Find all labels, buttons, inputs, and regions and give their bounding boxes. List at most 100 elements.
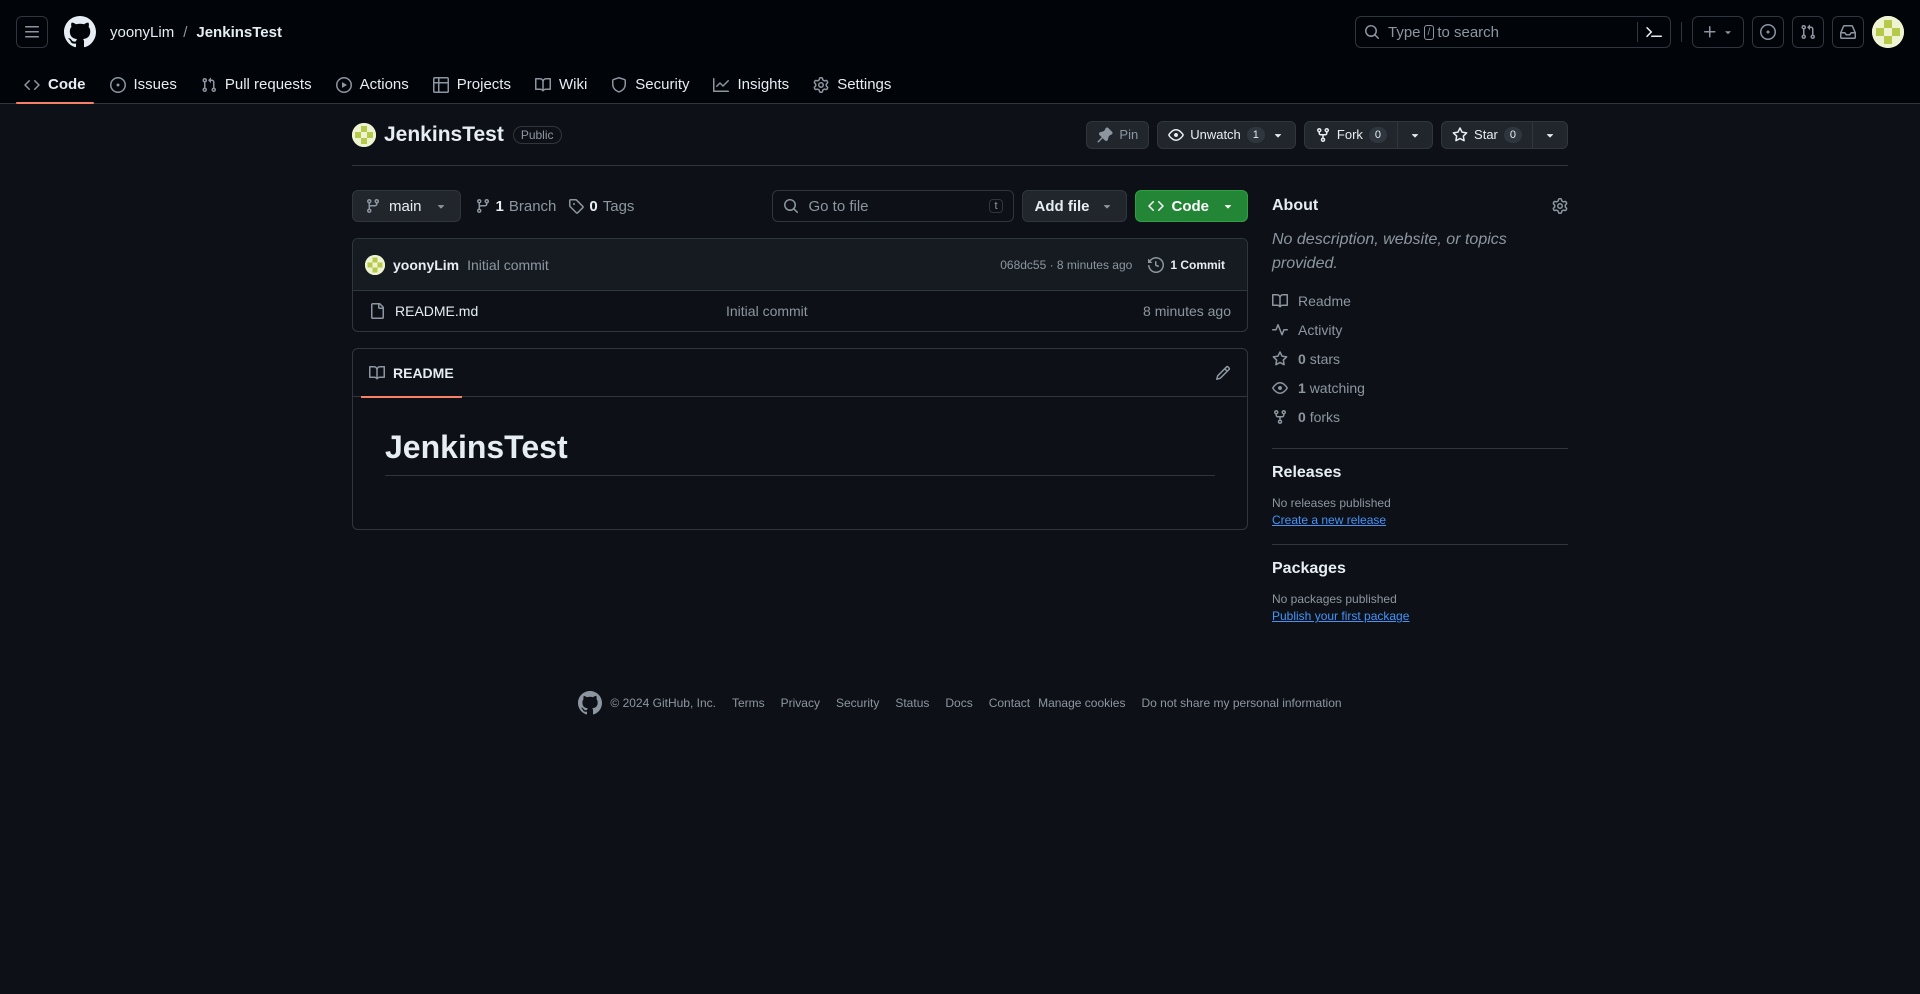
tab-label: Settings [837,76,892,93]
repo-nav: Code Issues Pull requests Actions Projec… [0,64,1920,104]
commit-author-avatar[interactable] [365,254,385,275]
gear-icon [813,76,829,93]
search-icon [1365,25,1380,40]
commit-sha-time[interactable]: 068dc55 · 8 minutes ago [1000,258,1132,272]
edit-about-button[interactable] [1552,198,1568,214]
readme-header: README [353,349,1247,398]
branch-count: 1 [495,197,504,215]
packages-title[interactable]: Packages [1272,560,1568,578]
github-logo-icon[interactable] [64,16,96,48]
footer-link-privacy[interactable]: Privacy [781,696,820,710]
site-footer: © 2024 GitHub, Inc. Terms Privacy Securi… [0,691,1920,715]
command-palette-button[interactable] [1637,22,1662,42]
tab-actions[interactable]: Actions [328,76,417,103]
pin-icon [1097,126,1113,142]
tab-pull-requests[interactable]: Pull requests [193,76,320,103]
footer-link-docs[interactable]: Docs [945,696,972,710]
footer-link-terms[interactable]: Terms [732,696,765,710]
branch-selector[interactable]: main [352,190,461,222]
breadcrumb-owner[interactable]: yoonyLim [110,24,174,41]
tab-wiki[interactable]: Wiki [527,76,595,103]
triangle-down-icon [437,205,444,209]
repo-actions: Pin Unwatch 1 Fork 0 Star 0 [1086,120,1568,149]
unwatch-button[interactable]: Unwatch 1 [1157,120,1296,149]
about-forks-link[interactable]: 0 forks [1272,402,1568,431]
fork-count: 0 [1368,126,1388,143]
graph-icon [713,77,730,92]
github-mark-icon[interactable] [578,691,603,715]
fork-button[interactable]: Fork 0 [1303,120,1434,149]
tab-code[interactable]: Code [16,76,94,104]
user-avatar[interactable] [1872,16,1904,48]
about-description: No description, website, or topics provi… [1272,231,1507,272]
branch-label: Branch [508,197,557,215]
tab-projects[interactable]: Projects [425,76,519,103]
pull-requests-button[interactable] [1792,16,1824,48]
breadcrumb-repo[interactable]: JenkinsTest [196,24,282,41]
commit-author[interactable]: yoonyLim [393,257,459,273]
commit-message[interactable]: Initial commit [467,257,549,273]
menu-button[interactable] [16,16,48,48]
branches-link[interactable]: 1 Branch [475,197,557,215]
file-commit-time: 8 minutes ago [1143,303,1231,319]
book-icon [1272,293,1288,307]
commits-link[interactable]: 1 Commit [1148,256,1235,273]
repo-main: main 1 Branch 0 Tags Go to file t Add fi… [352,190,1248,623]
footer-link-security[interactable]: Security [836,696,879,710]
releases-title[interactable]: Releases [1272,464,1568,482]
footer-link-contact[interactable]: Contact [989,696,1030,710]
tab-label: Issues [133,76,177,93]
fork-dropdown[interactable] [1397,121,1432,148]
repo-title[interactable]: JenkinsTest [384,123,504,147]
pencil-icon [1215,365,1231,380]
table-icon [432,76,449,93]
create-new-button[interactable] [1692,16,1744,48]
tab-settings[interactable]: Settings [805,76,899,103]
pin-button[interactable]: Pin [1086,120,1150,149]
tab-security[interactable]: Security [603,76,697,103]
search-input[interactable]: Type / to search [1355,16,1671,48]
tags-link[interactable]: 0 Tags [568,198,634,215]
about-stars-link[interactable]: 0 stars [1272,344,1568,373]
tag-icon [569,199,585,214]
readme-tab[interactable]: README [361,349,462,398]
file-name[interactable]: README.md [395,303,726,319]
file-row[interactable]: README.md Initial commit 8 minutes ago [353,291,1247,331]
footer-link-status[interactable]: Status [895,696,929,710]
edit-readme-button[interactable] [1215,365,1231,381]
about-list: Readme Activity 0 stars 1 watching 0 for… [1272,286,1568,431]
publish-package-link[interactable]: Publish your first package [1272,609,1409,623]
add-file-button[interactable]: Add file [1021,190,1127,222]
watching-count: 1 [1298,379,1306,396]
footer-link-do-not-share[interactable]: Do not share my personal information [1141,696,1341,710]
search-placeholder-prefix: Type [1388,23,1421,41]
forks-label: forks [1309,408,1341,425]
code-label: Code [1171,197,1210,215]
star-button[interactable]: Star 0 [1441,120,1568,149]
plus-icon [1704,26,1716,38]
stars-label: stars [1309,350,1341,367]
tab-label: Code [48,76,86,93]
repo-forked-icon [1274,409,1286,424]
footer-link-manage-cookies[interactable]: Manage cookies [1038,696,1125,710]
breadcrumb: yoonyLim / JenkinsTest [110,24,282,41]
tab-insights[interactable]: Insights [705,76,797,103]
watch-count: 1 [1246,126,1265,143]
commits-label: 1 Commit [1170,257,1225,272]
inbox-button[interactable] [1832,16,1864,48]
owner-avatar[interactable] [352,122,376,147]
go-to-file-input[interactable]: Go to file t [771,190,1014,222]
shield-icon [612,76,627,93]
file-commit-message[interactable]: Initial commit [726,303,808,319]
star-dropdown[interactable] [1532,121,1567,148]
readme-panel: README JenkinsTest [352,348,1248,530]
create-release-link[interactable]: Create a new release [1272,513,1386,527]
about-activity-link[interactable]: Activity [1272,315,1568,344]
issues-button[interactable] [1752,16,1784,48]
pull-request-icon [202,77,216,92]
code-button[interactable]: Code [1134,190,1248,222]
about-readme-link[interactable]: Readme [1272,286,1568,315]
forks-count: 0 [1298,408,1306,425]
tab-issues[interactable]: Issues [102,76,185,103]
about-watching-link[interactable]: 1 watching [1272,373,1568,402]
